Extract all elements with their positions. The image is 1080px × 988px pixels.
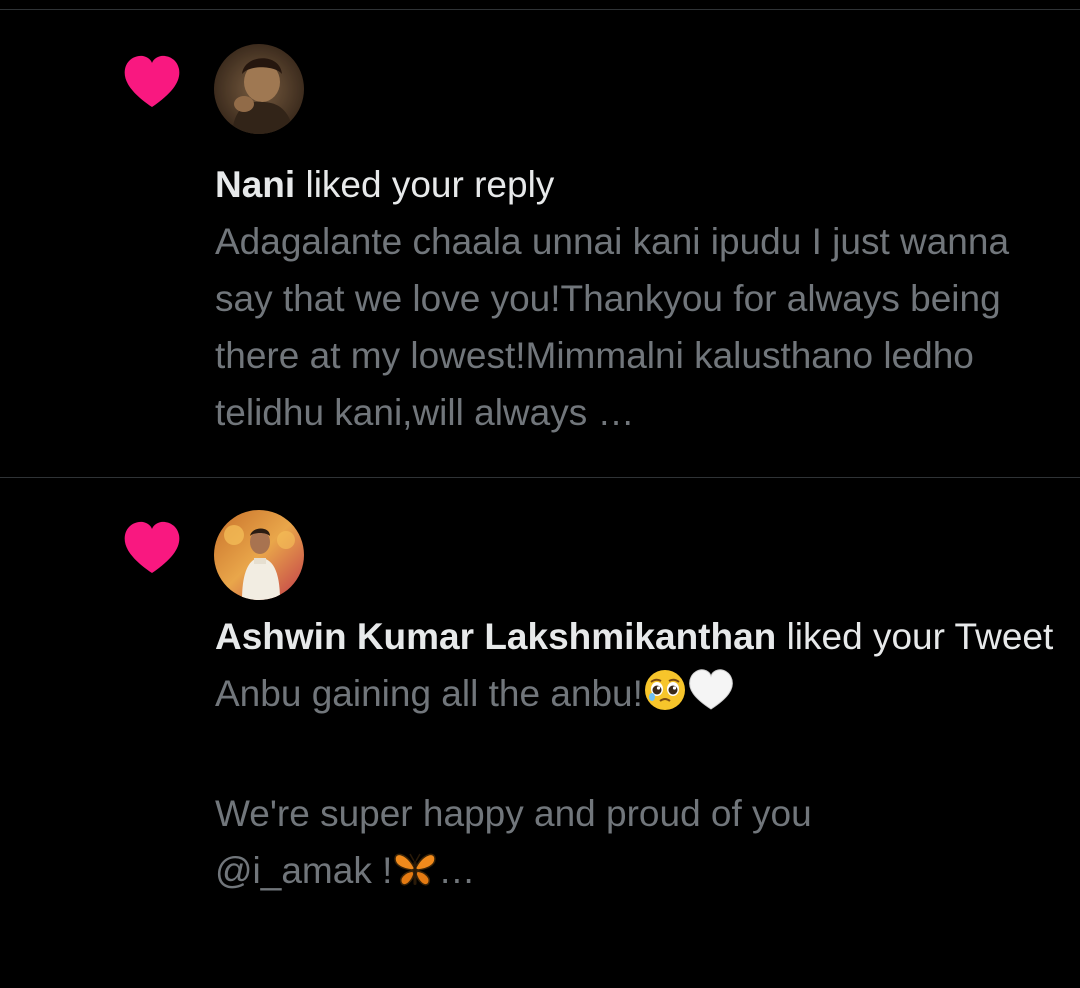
user-name[interactable]: Nani bbox=[215, 164, 295, 205]
avatar-nani-image bbox=[214, 44, 304, 134]
notification-item[interactable]: Ashwin Kumar Lakshmikanthan liked your T… bbox=[0, 478, 1080, 988]
avatar-ashwin-image bbox=[214, 510, 304, 600]
ellipsis-text: … bbox=[438, 850, 476, 891]
action-text: liked your Tweet bbox=[776, 616, 1054, 657]
butterfly-emoji bbox=[392, 848, 438, 905]
avatar[interactable] bbox=[214, 44, 304, 134]
notification-item[interactable]: Nani liked your reply Adagalante chaala … bbox=[0, 10, 1080, 478]
tweet-text-blank-line bbox=[215, 728, 1055, 785]
avatar[interactable] bbox=[214, 510, 304, 600]
heart-icon bbox=[124, 55, 180, 107]
tweet-text-line-1: Anbu gaining all the anbu! bbox=[215, 665, 1055, 728]
notification-headline: Ashwin Kumar Lakshmikanthan liked your T… bbox=[215, 608, 1055, 665]
pleading-face-emoji bbox=[643, 668, 687, 728]
notification-headline: Nani liked your reply bbox=[215, 156, 1055, 213]
mention-link[interactable]: @i_amak ! bbox=[215, 850, 392, 891]
heart-icon bbox=[124, 521, 180, 573]
tweet-text-line-3: @i_amak ! … bbox=[215, 842, 1055, 905]
action-text: liked your reply bbox=[295, 164, 555, 205]
user-name[interactable]: Ashwin Kumar Lakshmikanthan bbox=[215, 616, 776, 657]
tweet-text: Adagalante chaala unnai kani ipudu I jus… bbox=[215, 221, 1020, 433]
notification-content: Ashwin Kumar Lakshmikanthan liked your T… bbox=[215, 608, 1055, 905]
white-heart-emoji bbox=[687, 668, 735, 728]
tweet-text-segment: Anbu gaining all the anbu! bbox=[215, 673, 643, 714]
notification-content: Nani liked your reply Adagalante chaala … bbox=[215, 156, 1055, 441]
tweet-text-line-2: We're super happy and proud of you bbox=[215, 793, 812, 834]
